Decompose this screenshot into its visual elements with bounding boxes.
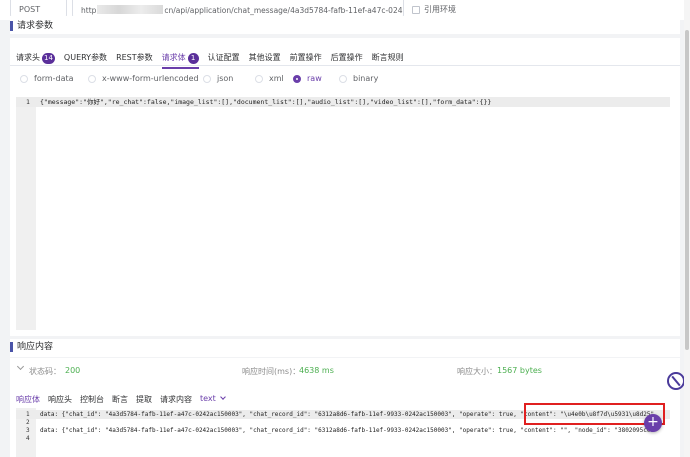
headers-count-badge: 14 — [42, 53, 55, 64]
size-label: 响应大小： — [457, 367, 497, 376]
radio-label: binary — [353, 74, 379, 83]
tab-rest-params[interactable]: REST参数 — [116, 52, 153, 69]
tab-response-headers[interactable]: 响应头 — [48, 394, 72, 405]
checkbox-box[interactable] — [412, 5, 420, 14]
radio-urlencoded[interactable]: x-www-form-urlencoded — [88, 74, 203, 83]
tab-other-settings[interactable]: 其他设置 — [249, 52, 281, 69]
tab-label: 请求头 — [16, 53, 40, 62]
chevron-down-icon — [219, 394, 226, 400]
request-body-code[interactable]: {"message":"你好","re_chat":false,"image_l… — [40, 97, 491, 107]
radio-raw[interactable]: raw — [293, 74, 339, 83]
radio-dot[interactable] — [339, 74, 347, 83]
page-scrollbar[interactable] — [684, 0, 690, 457]
response-stats: 状态码： 200 响应时间(ms)： 4638 ms 响应大小： 1567 by… — [12, 362, 680, 378]
plus-icon[interactable]: + — [644, 414, 662, 432]
tab-request-headers[interactable]: 请求头 14 — [16, 52, 55, 69]
body-count-badge: 1 — [187, 53, 199, 64]
radio-binary[interactable]: binary — [339, 74, 399, 83]
line-number: 1 — [26, 411, 30, 418]
radio-label: json — [217, 74, 234, 83]
tab-extract[interactable]: 提取 — [136, 394, 152, 405]
line-number: 3 — [26, 427, 30, 434]
tab-assertions[interactable]: 断言规则 — [372, 52, 404, 69]
line-number: 1 — [26, 98, 30, 106]
time-label: 响应时间(ms)： — [242, 367, 301, 376]
tab-post-actions[interactable]: 后置操作 — [331, 52, 363, 69]
use-env-checkbox[interactable]: 引用环境 — [412, 4, 456, 15]
radio-dot[interactable] — [88, 74, 96, 83]
radio-label: x-www-form-urlencoded — [102, 74, 199, 83]
line-number: 4 — [26, 435, 30, 442]
editor-gutter — [16, 97, 36, 330]
tab-query-params[interactable]: QUERY参数 — [64, 52, 107, 69]
radio-dot[interactable] — [203, 74, 211, 83]
request-params-title: 请求参数 — [10, 21, 53, 31]
request-tabs: 请求头 14 QUERY参数 REST参数 请求体 1 认证配置 其他设置 前置操作… — [16, 52, 413, 69]
api-debug-page: POST http cn/api/application/chat_message… — [0, 0, 690, 457]
url-prefix: http — [81, 6, 97, 15]
request-body-editor[interactable]: 1 {"message":"你好","re_chat":false,"image… — [16, 97, 670, 330]
compass-icon[interactable] — [667, 372, 685, 390]
time-value: 4638 ms — [299, 366, 334, 375]
request-params-panel: 请求参数 — [10, 16, 680, 34]
redacted-host — [97, 5, 164, 14]
format-select[interactable]: text — [200, 394, 226, 405]
status-label: 状态码： — [29, 367, 61, 376]
tab-request-body[interactable]: 请求体 1 — [161, 52, 199, 69]
radio-dot[interactable] — [20, 74, 28, 83]
response-title: 响应内容 — [10, 342, 53, 352]
radio-dot[interactable] — [293, 74, 301, 83]
radio-json[interactable]: json — [203, 74, 255, 83]
scrollbar-thumb[interactable] — [685, 30, 689, 350]
radio-label: xml — [269, 74, 284, 83]
use-env-label: 引用环境 — [424, 5, 456, 14]
radio-label: raw — [307, 74, 322, 83]
tab-response-body[interactable]: 响应体 — [16, 394, 40, 405]
radio-label: form-data — [34, 74, 74, 83]
tab-request-content[interactable]: 请求内容 — [160, 394, 192, 405]
tab-label: 请求体 — [161, 53, 186, 62]
response-tabs: 响应体 响应头 控制台 断言 提取 请求内容 text — [16, 394, 233, 405]
tab-pre-actions[interactable]: 前置操作 — [290, 52, 322, 69]
body-type-radios: form-data x-www-form-urlencoded json xml… — [20, 74, 399, 83]
radio-form-data[interactable]: form-data — [20, 74, 88, 83]
format-label: text — [200, 394, 216, 403]
tab-auth[interactable]: 认证配置 — [208, 52, 240, 69]
response-panel-header: 响应内容 — [10, 339, 680, 357]
radio-dot[interactable] — [255, 74, 263, 83]
response-line: data: {"chat_id": "4a3d5784-fafb-11ef-a4… — [40, 427, 658, 434]
tab-assertion[interactable]: 断言 — [112, 394, 128, 405]
line-number: 2 — [26, 419, 30, 426]
url-suffix: cn/api/application/chat_message/4a3d5784… — [164, 6, 404, 15]
radio-xml[interactable]: xml — [255, 74, 293, 83]
tab-console[interactable]: 控制台 — [80, 394, 104, 405]
tabs-divider — [10, 65, 680, 66]
chevron-down-icon[interactable] — [16, 362, 25, 371]
status-value: 200 — [65, 366, 81, 375]
size-value: 1567 bytes — [497, 366, 542, 375]
